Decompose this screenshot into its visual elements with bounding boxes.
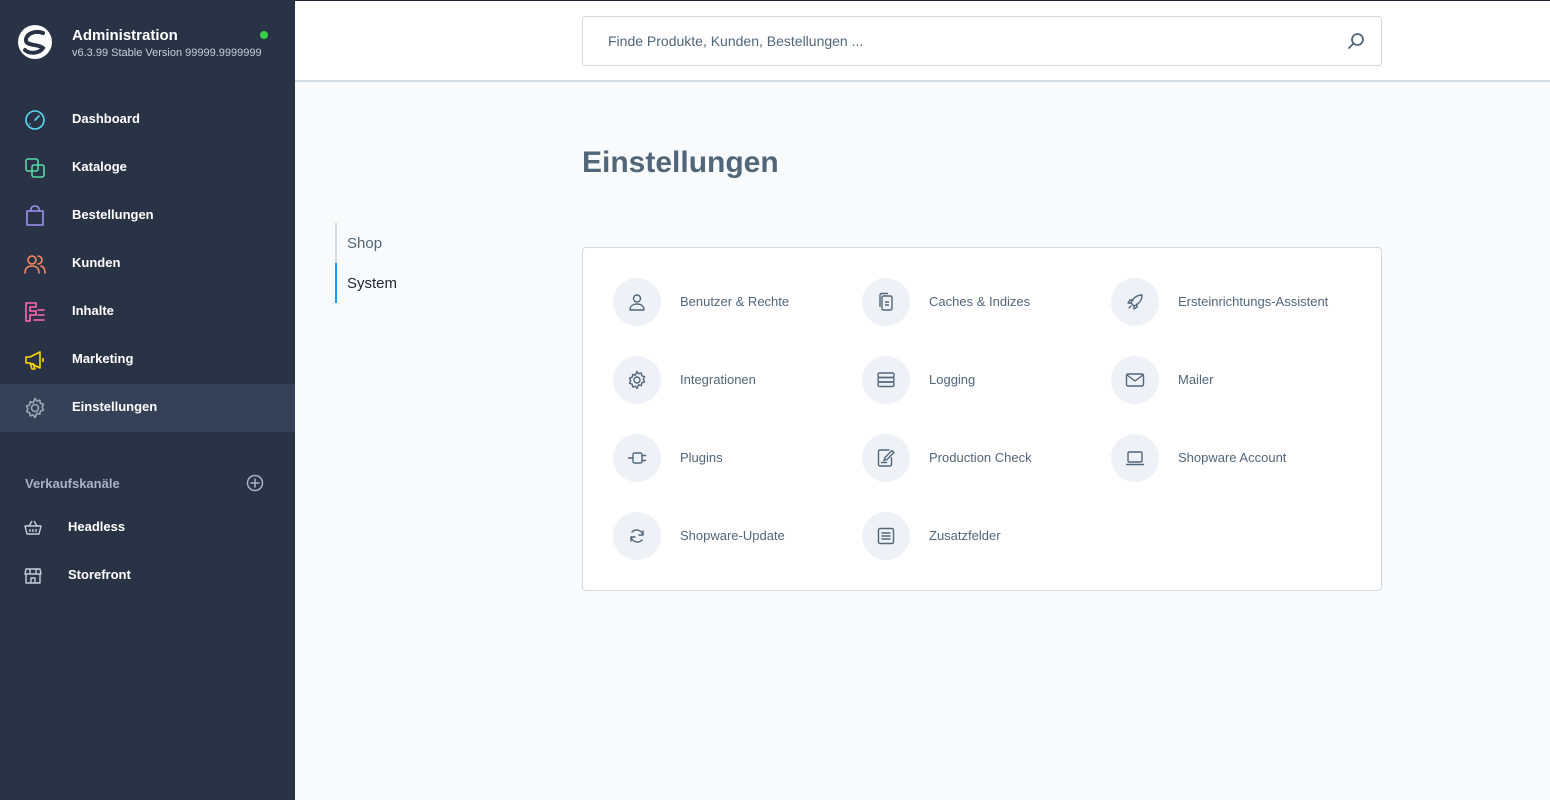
setting-icon-circle xyxy=(613,356,661,404)
copy-icon xyxy=(879,292,893,311)
global-search xyxy=(582,16,1382,66)
setting-mailer[interactable]: Mailer xyxy=(1111,356,1351,406)
setting-label: Logging xyxy=(929,372,976,387)
setting-first-run-wizard[interactable]: Ersteinrichtungs-Assistent xyxy=(1111,278,1351,328)
envelope-icon xyxy=(1125,373,1145,387)
setting-label: Shopware Account xyxy=(1178,450,1287,465)
sidebar-item-settings[interactable]: Einstellungen xyxy=(0,384,295,432)
setting-label: Caches & Indizes xyxy=(929,294,1031,309)
sidebar: Administration v6.3.99 Stable Version 99… xyxy=(0,0,295,800)
edit-document-icon xyxy=(877,449,895,467)
setting-icon-circle xyxy=(1111,278,1159,326)
search-icon[interactable] xyxy=(1347,32,1365,50)
sidebar-item-label: Inhalte xyxy=(72,303,114,318)
setting-icon-circle xyxy=(862,512,910,560)
setting-shopware-account[interactable]: Shopware Account xyxy=(1111,434,1351,484)
setting-users-permissions[interactable]: Benutzer & Rechte xyxy=(613,278,853,328)
setting-integrations[interactable]: Integrationen xyxy=(613,356,853,406)
search-input[interactable] xyxy=(583,17,1343,65)
setting-shopware-update[interactable]: Shopware-Update xyxy=(613,512,853,562)
storefront-icon xyxy=(24,568,42,584)
sidebar-item-label: Einstellungen xyxy=(72,399,158,414)
sales-channel-label: Storefront xyxy=(68,567,131,582)
page-title: Einstellungen xyxy=(582,146,779,179)
customers-icon xyxy=(24,255,46,274)
setting-production-check[interactable]: Production Check xyxy=(862,434,1102,484)
rocket-icon xyxy=(1127,294,1143,310)
sidebar-item-content[interactable]: Inhalte xyxy=(0,288,295,336)
catalog-icon xyxy=(25,158,45,178)
plug-icon xyxy=(627,452,647,464)
setting-label: Ersteinrichtungs-Assistent xyxy=(1178,294,1329,309)
setting-label: Shopware-Update xyxy=(680,528,785,543)
top-bar xyxy=(295,0,1550,82)
settings-icon xyxy=(25,397,45,419)
setting-icon-circle xyxy=(613,512,661,560)
setting-icon-circle xyxy=(862,356,910,404)
sidebar-item-catalogues[interactable]: Kataloge xyxy=(0,144,295,192)
list-icon xyxy=(877,527,895,545)
setting-icon-circle xyxy=(613,278,661,326)
sidebar-item-label: Kataloge xyxy=(72,159,127,174)
setting-logging[interactable]: Logging xyxy=(862,356,1102,406)
tab-label: System xyxy=(347,275,398,292)
setting-icon-circle xyxy=(862,278,910,326)
setting-icon-circle xyxy=(862,434,910,482)
sidebar-item-orders[interactable]: Bestellungen xyxy=(0,192,295,240)
setting-icon-circle xyxy=(1111,356,1159,404)
orders-icon xyxy=(26,205,44,226)
sales-channel-headless[interactable]: Headless xyxy=(0,506,295,550)
setting-label: Benutzer & Rechte xyxy=(680,294,790,309)
laptop-icon xyxy=(1126,451,1144,466)
status-indicator xyxy=(260,31,268,39)
setting-icon-circle xyxy=(613,434,661,482)
sidebar-item-label: Bestellungen xyxy=(72,207,154,222)
sidebar-item-dashboard[interactable]: Dashboard xyxy=(0,96,295,144)
refresh-icon xyxy=(630,529,644,543)
shopware-logo-icon[interactable] xyxy=(17,24,53,60)
dashboard-icon xyxy=(25,110,45,130)
sidebar-item-label: Dashboard xyxy=(72,111,140,126)
content-icon xyxy=(25,302,45,322)
setting-label: Mailer xyxy=(1178,372,1214,387)
setting-label: Integrationen xyxy=(680,372,756,387)
setting-label: Production Check xyxy=(929,450,1032,465)
tab-label: Shop xyxy=(347,235,383,252)
add-sales-channel-icon[interactable] xyxy=(246,474,264,492)
brand-header: Administration v6.3.99 Stable Version 99… xyxy=(0,0,295,82)
marketing-icon xyxy=(25,351,44,370)
setting-custom-fields[interactable]: Zusatzfelder xyxy=(862,512,1102,562)
setting-caches-indexes[interactable]: Caches & Indizes xyxy=(862,278,1102,328)
sales-channel-label: Headless xyxy=(68,519,126,534)
sidebar-item-marketing[interactable]: Marketing xyxy=(0,336,295,384)
setting-label: Zusatzfelder xyxy=(929,528,1001,543)
setting-icon-circle xyxy=(1111,434,1159,482)
gear-icon xyxy=(628,370,646,390)
sales-channels-title: Verkaufskanäle xyxy=(25,476,120,491)
server-icon xyxy=(877,372,895,388)
app-title: Administration xyxy=(72,27,178,44)
sidebar-item-label: Kunden xyxy=(72,255,121,270)
sidebar-item-customers[interactable]: Kunden xyxy=(0,240,295,288)
setting-plugins[interactable]: Plugins xyxy=(613,434,853,484)
setting-label: Plugins xyxy=(680,450,723,465)
basket-icon xyxy=(24,520,42,535)
tab-system[interactable]: System xyxy=(335,263,535,303)
sales-channel-storefront[interactable]: Storefront xyxy=(0,554,295,598)
tab-shop[interactable]: Shop xyxy=(335,223,535,263)
user-icon xyxy=(629,294,645,311)
app-version: v6.3.99 Stable Version 99999.9999999 xyxy=(72,47,262,59)
settings-card: Benutzer & Rechte Caches & Indizes Erste… xyxy=(582,247,1382,591)
sidebar-item-label: Marketing xyxy=(72,351,134,366)
